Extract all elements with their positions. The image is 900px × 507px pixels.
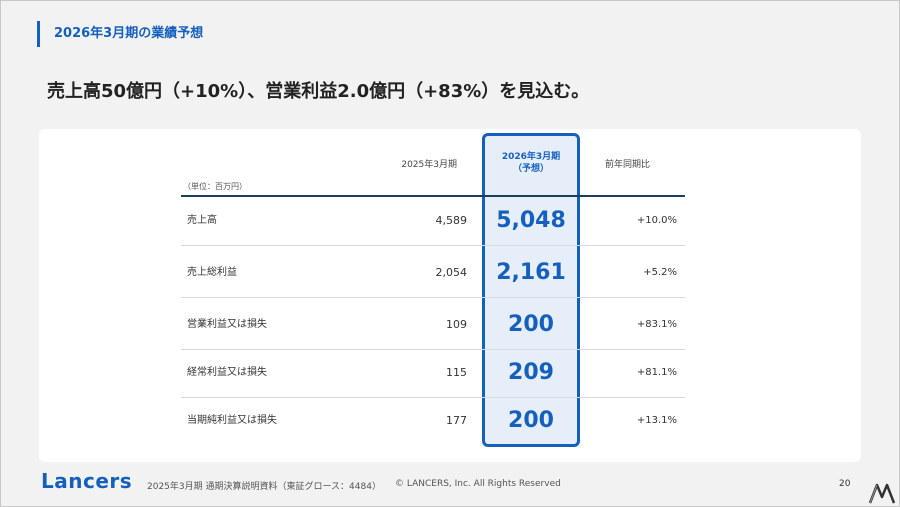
- row-forecast-value: 200: [508, 312, 554, 337]
- row-yoy-value: +10.0%: [636, 215, 677, 226]
- table-row: 売上高 4,589 5,048 +10.0%: [181, 197, 685, 246]
- page-number: 20: [839, 479, 851, 489]
- row-yoy-value: +5.2%: [643, 267, 677, 278]
- table-row: 当期純利益又は損失 177 200 +13.1%: [181, 397, 685, 445]
- unit-label: （単位：百万円）: [183, 182, 247, 191]
- row-yoy-value: +13.1%: [636, 415, 677, 426]
- column-header-prev: 2025年3月期: [401, 160, 457, 170]
- headline: 売上高50億円（+10%）、営業利益2.0億円（+83%）を見込む。: [47, 81, 590, 102]
- table-row: 売上総利益 2,054 2,161 +5.2%: [181, 249, 685, 298]
- row-prev-value: 4,589: [435, 214, 468, 227]
- row-prev-value: 177: [446, 414, 467, 427]
- column-header-yoy: 前年同期比: [605, 160, 651, 170]
- column-header-forecast-line1: 2026年3月期: [501, 152, 561, 162]
- footer-note: 2025年3月期 通期決算説明資料（東証グロース：4484）: [147, 482, 381, 492]
- row-forecast-value: 200: [508, 408, 554, 433]
- row-label: 売上高: [187, 215, 217, 226]
- slide: 2026年3月期の業績予想 売上高50億円（+10%）、営業利益2.0億円（+8…: [0, 0, 900, 507]
- row-label: 経常利益又は損失: [187, 367, 267, 378]
- table-row: 営業利益又は損失 109 200 +83.1%: [181, 301, 685, 350]
- table-row: 経常利益又は損失 115 209 +81.1%: [181, 349, 685, 398]
- row-label: 営業利益又は損失: [187, 319, 267, 330]
- row-prev-value: 2,054: [435, 266, 468, 279]
- row-forecast-value: 209: [508, 360, 554, 385]
- itmedia-logo-icon: [868, 483, 896, 504]
- row-prev-value: 115: [446, 366, 467, 379]
- row-forecast-value: 5,048: [496, 208, 566, 233]
- column-header-forecast-line2: （予想）: [512, 164, 549, 174]
- row-yoy-value: +81.1%: [636, 367, 677, 378]
- row-label: 売上総利益: [187, 267, 237, 278]
- lancers-logo: Lancers: [41, 469, 133, 493]
- column-header-forecast: 2026年3月期 （予想）: [482, 151, 580, 175]
- section-title: 2026年3月期の業績予想: [37, 21, 203, 47]
- row-forecast-value: 2,161: [496, 260, 566, 285]
- footer-copyright: © LANCERS, Inc. All Rights Reserved: [395, 479, 561, 489]
- row-label: 当期純利益又は損失: [187, 415, 277, 426]
- row-yoy-value: +83.1%: [636, 319, 677, 330]
- row-prev-value: 109: [446, 318, 467, 331]
- forecast-table-card: （単位：百万円） 2025年3月期 2026年3月期 （予想） 前年同期比 売上…: [39, 129, 861, 462]
